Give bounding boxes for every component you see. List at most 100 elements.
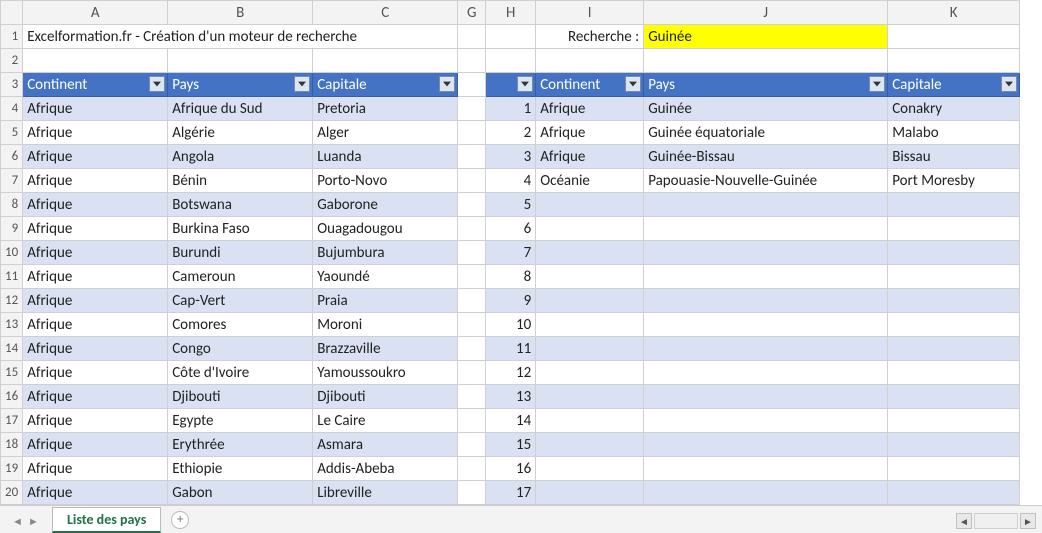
row-header[interactable]: 16 — [1, 385, 23, 409]
right-header-index[interactable] — [486, 73, 536, 97]
table-cell[interactable]: Gabon — [168, 481, 313, 505]
table-cell[interactable]: Bujumbura — [313, 241, 458, 265]
cell[interactable] — [486, 49, 536, 73]
table-cell[interactable] — [536, 265, 644, 289]
cell[interactable] — [458, 73, 486, 97]
left-header-capitale[interactable]: Capitale — [313, 73, 458, 97]
table-cell[interactable]: Afrique — [23, 217, 168, 241]
table-cell[interactable]: Guinée — [644, 97, 888, 121]
row-header[interactable]: 8 — [1, 193, 23, 217]
table-cell[interactable]: Praia — [313, 289, 458, 313]
table-cell[interactable]: Afrique — [23, 433, 168, 457]
table-cell[interactable]: Yamoussoukro — [313, 361, 458, 385]
cell[interactable] — [458, 457, 486, 481]
table-cell[interactable]: Comores — [168, 313, 313, 337]
table-cell[interactable]: Bissau — [888, 145, 1020, 169]
table-cell[interactable]: Afrique — [23, 409, 168, 433]
col-header-G[interactable]: G — [458, 1, 486, 25]
table-cell[interactable]: 12 — [486, 361, 536, 385]
row-header[interactable]: 13 — [1, 313, 23, 337]
table-cell[interactable] — [644, 217, 888, 241]
table-cell[interactable]: Cameroun — [168, 265, 313, 289]
table-cell[interactable]: Angola — [168, 145, 313, 169]
table-cell[interactable]: Le Caire — [313, 409, 458, 433]
col-header-B[interactable]: B — [168, 1, 313, 25]
table-cell[interactable]: Afrique — [536, 145, 644, 169]
row-header[interactable]: 19 — [1, 457, 23, 481]
table-cell[interactable]: 11 — [486, 337, 536, 361]
table-cell[interactable] — [644, 313, 888, 337]
table-cell[interactable]: Afrique — [23, 145, 168, 169]
cell[interactable] — [313, 49, 458, 73]
table-cell[interactable] — [536, 217, 644, 241]
row-header[interactable]: 17 — [1, 409, 23, 433]
table-cell[interactable] — [888, 385, 1020, 409]
table-cell[interactable]: Algérie — [168, 121, 313, 145]
table-cell[interactable] — [536, 193, 644, 217]
scroll-left-button[interactable]: ◄ — [956, 513, 972, 529]
table-cell[interactable] — [644, 433, 888, 457]
scroll-track[interactable] — [974, 513, 1018, 529]
table-cell[interactable] — [644, 193, 888, 217]
table-cell[interactable] — [644, 241, 888, 265]
table-cell[interactable]: Afrique du Sud — [168, 97, 313, 121]
table-cell[interactable] — [888, 481, 1020, 505]
table-cell[interactable]: Porto-Novo — [313, 169, 458, 193]
table-cell[interactable]: Afrique — [23, 121, 168, 145]
table-cell[interactable]: 1 — [486, 97, 536, 121]
table-cell[interactable]: Gaborone — [313, 193, 458, 217]
table-cell[interactable]: Burundi — [168, 241, 313, 265]
table-cell[interactable]: Yaoundé — [313, 265, 458, 289]
cell[interactable] — [458, 361, 486, 385]
cell[interactable] — [458, 193, 486, 217]
cell[interactable] — [458, 145, 486, 169]
col-header-H[interactable]: H — [486, 1, 536, 25]
table-cell[interactable]: Ouagadougou — [313, 217, 458, 241]
row-header[interactable]: 9 — [1, 217, 23, 241]
cell[interactable] — [486, 25, 536, 49]
table-cell[interactable] — [536, 337, 644, 361]
table-cell[interactable]: 6 — [486, 217, 536, 241]
table-cell[interactable]: Afrique — [23, 265, 168, 289]
table-cell[interactable]: Afrique — [23, 313, 168, 337]
select-all-corner[interactable] — [1, 1, 23, 25]
table-cell[interactable]: Afrique — [23, 385, 168, 409]
horizontal-scrollbar[interactable]: ◄ ► — [956, 513, 1036, 529]
tab-prev-icon[interactable]: ◄ — [12, 515, 22, 525]
cell[interactable] — [458, 97, 486, 121]
table-cell[interactable]: Afrique — [23, 193, 168, 217]
table-cell[interactable]: 17 — [486, 481, 536, 505]
table-cell[interactable]: 10 — [486, 313, 536, 337]
table-cell[interactable]: Guinée-Bissau — [644, 145, 888, 169]
row-header[interactable]: 7 — [1, 169, 23, 193]
table-cell[interactable] — [536, 361, 644, 385]
filter-button-capitale-r[interactable] — [1001, 76, 1017, 92]
col-header-C[interactable]: C — [313, 1, 458, 25]
cell[interactable] — [458, 433, 486, 457]
cell[interactable] — [458, 409, 486, 433]
table-cell[interactable]: Cap-Vert — [168, 289, 313, 313]
table-cell[interactable]: Afrique — [23, 361, 168, 385]
filter-button-continent-r[interactable] — [625, 76, 641, 92]
table-cell[interactable]: Afrique — [23, 337, 168, 361]
table-cell[interactable] — [888, 433, 1020, 457]
cell[interactable] — [458, 385, 486, 409]
table-cell[interactable] — [644, 385, 888, 409]
left-header-continent[interactable]: Continent — [23, 73, 168, 97]
table-cell[interactable]: 13 — [486, 385, 536, 409]
table-cell[interactable]: Erythrée — [168, 433, 313, 457]
table-cell[interactable] — [888, 313, 1020, 337]
table-cell[interactable]: 2 — [486, 121, 536, 145]
cell[interactable] — [458, 337, 486, 361]
table-cell[interactable] — [536, 409, 644, 433]
filter-button-continent[interactable] — [149, 76, 165, 92]
table-cell[interactable]: 15 — [486, 433, 536, 457]
tab-next-icon[interactable]: ► — [28, 515, 38, 525]
cell[interactable] — [458, 121, 486, 145]
right-header-capitale[interactable]: Capitale — [888, 73, 1020, 97]
table-cell[interactable]: Alger — [313, 121, 458, 145]
cell[interactable] — [23, 49, 168, 73]
table-cell[interactable]: Océanie — [536, 169, 644, 193]
table-cell[interactable] — [644, 265, 888, 289]
table-cell[interactable]: Ethiopie — [168, 457, 313, 481]
